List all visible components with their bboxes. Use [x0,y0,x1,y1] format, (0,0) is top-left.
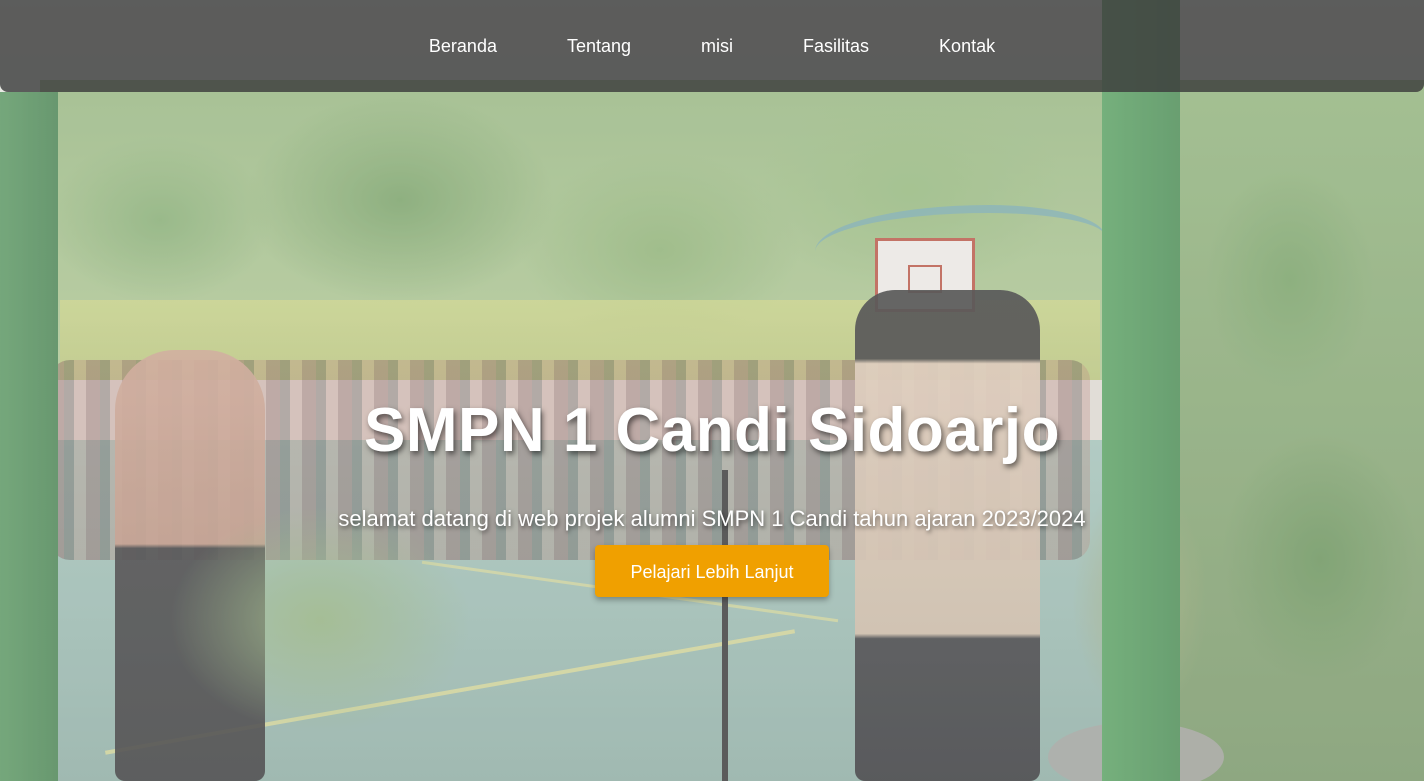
navbar: Beranda Tentang misi Fasilitas Kontak [0,0,1424,92]
hero-content: SMPN 1 Candi Sidoarjo selamat datang di … [0,395,1424,597]
nav-link-kontak[interactable]: Kontak [904,36,1030,56]
nav-list: Beranda Tentang misi Fasilitas Kontak [394,36,1030,57]
hero-subtitle: selamat datang di web projek alumni SMPN… [338,506,1086,531]
hero-background-image [0,0,1424,781]
nav-link-misi[interactable]: misi [666,36,768,56]
learn-more-button[interactable]: Pelajari Lebih Lanjut [595,545,829,597]
hero-overlay [0,0,1424,781]
nav-link-tentang[interactable]: Tentang [532,36,666,56]
hero-title: SMPN 1 Candi Sidoarjo [363,396,1061,465]
hero-section: Beranda Tentang misi Fasilitas Kontak SM… [0,0,1424,781]
nav-link-fasilitas[interactable]: Fasilitas [768,36,904,56]
nav-link-beranda[interactable]: Beranda [394,36,532,56]
